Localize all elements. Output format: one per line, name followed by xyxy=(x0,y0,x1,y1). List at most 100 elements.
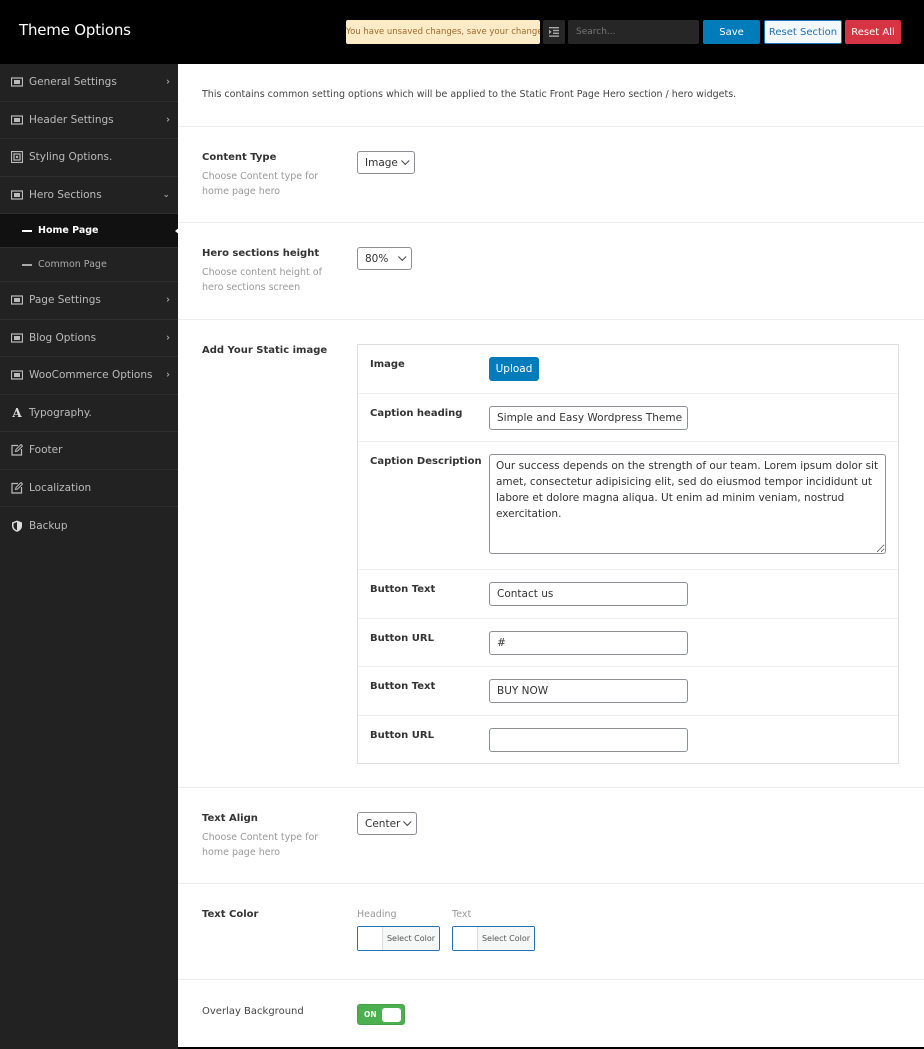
field-static-image: Add Your Static image Image Upload Capti… xyxy=(178,320,924,788)
sidebar-item-label: Footer xyxy=(29,444,63,457)
sidebar-item-footer[interactable]: Footer xyxy=(0,432,178,470)
field-label: Add Your Static image xyxy=(202,345,328,356)
row-button-url-2: Button URL xyxy=(358,716,898,763)
sidebar-item-styling-options[interactable]: Styling Options. xyxy=(0,139,178,177)
select-color-label: Select Color xyxy=(383,927,439,950)
sidebar-item-woocommerce-options[interactable]: WooCommerce Options › xyxy=(0,357,178,395)
panel-icon xyxy=(11,114,23,126)
button-url-input[interactable] xyxy=(489,631,688,655)
sidebar: General Settings › Header Settings › Sty… xyxy=(0,64,178,1049)
select-color-label: Select Color xyxy=(478,927,534,950)
panel-icon xyxy=(11,369,23,381)
sidebar-subitem-home-page[interactable]: Home Page xyxy=(0,214,178,248)
edit-icon xyxy=(11,481,23,494)
field-label: Text Color xyxy=(202,909,259,920)
field-label: Text Align xyxy=(202,813,258,824)
field-description: Choose Content type for home page hero xyxy=(202,832,319,858)
field-overlay-background: Overlay Background ON xyxy=(178,980,924,1047)
sidebar-item-hero-sections[interactable]: Hero Sections ⌄ xyxy=(0,177,178,214)
button-url-input[interactable] xyxy=(489,728,688,752)
row-button-url-1: Button URL xyxy=(358,619,898,667)
dash-icon xyxy=(22,263,32,266)
button-text-input[interactable] xyxy=(489,679,688,703)
panel-icon xyxy=(11,189,23,201)
row-label: Button URL xyxy=(370,633,434,644)
row-label: Button URL xyxy=(370,730,434,741)
sidebar-subitem-label: Home Page xyxy=(38,225,99,236)
sidebar-item-general-settings[interactable]: General Settings › xyxy=(0,64,178,102)
row-caption-description: Caption Description Our success depends … xyxy=(358,442,898,570)
sidebar-item-localization[interactable]: Localization xyxy=(0,470,178,507)
sidebar-item-label: Header Settings xyxy=(29,113,114,126)
field-description: Choose Content type for home page hero xyxy=(202,171,319,197)
sidebar-item-label: Blog Options xyxy=(29,331,97,344)
sidebar-item-label: Backup xyxy=(29,519,68,532)
sidebar-item-typography[interactable]: A Typography. xyxy=(0,395,178,432)
chevron-right-icon: › xyxy=(166,114,170,126)
select-value: 80% xyxy=(365,252,389,265)
text-color-label: Text xyxy=(452,909,472,920)
row-button-text-1: Button Text xyxy=(358,570,898,619)
overlay-toggle[interactable]: ON xyxy=(357,1004,405,1025)
select-value: Center xyxy=(365,817,401,830)
row-image: Image Upload xyxy=(358,345,898,394)
image-frame-icon xyxy=(11,151,23,164)
caption-heading-input[interactable] xyxy=(489,406,688,430)
sidebar-item-label: Hero Sections xyxy=(29,188,102,201)
field-label: Content Type xyxy=(202,152,277,163)
sidebar-item-label: Styling Options. xyxy=(29,151,113,164)
caption-description-textarea[interactable]: Our success depends on the strength of o… xyxy=(489,454,886,554)
upload-button[interactable]: Upload xyxy=(489,357,539,381)
field-hero-height: Hero sections height Choose content heig… xyxy=(178,223,924,320)
sidebar-item-backup[interactable]: Backup xyxy=(0,507,178,545)
edit-icon xyxy=(11,444,23,456)
color-swatch xyxy=(453,927,478,950)
chevron-right-icon: › xyxy=(166,369,170,381)
save-button[interactable]: Save xyxy=(703,20,760,44)
search-input[interactable] xyxy=(568,20,699,44)
sidebar-item-header-settings[interactable]: Header Settings › xyxy=(0,102,178,139)
sidebar-item-page-settings[interactable]: Page Settings › xyxy=(0,282,178,320)
text-align-select[interactable]: Center xyxy=(357,812,417,835)
reset-section-button[interactable]: Reset Section xyxy=(764,20,842,44)
hero-height-select[interactable]: 80% xyxy=(357,247,412,270)
main-panel: This contains common setting options whi… xyxy=(178,64,924,1047)
sidebar-item-blog-options[interactable]: Blog Options › xyxy=(0,320,178,357)
sidebar-subitem-label: Common Page xyxy=(38,259,107,270)
sidebar-item-label: WooCommerce Options xyxy=(29,369,153,382)
reset-all-button[interactable]: Reset All xyxy=(845,20,901,44)
select-value: Image xyxy=(365,156,398,169)
sidebar-item-label: Page Settings xyxy=(29,294,101,307)
panel-icon xyxy=(11,294,23,306)
field-label: Hero sections height xyxy=(202,248,320,259)
panel-icon xyxy=(11,332,23,344)
expand-toggle-button[interactable] xyxy=(543,20,565,44)
row-button-text-2: Button Text xyxy=(358,667,898,716)
content-type-select[interactable]: Image xyxy=(357,151,415,174)
top-bar: Theme Options You have unsaved changes, … xyxy=(0,0,924,64)
button-text-input[interactable] xyxy=(489,582,688,606)
row-caption-heading: Caption heading xyxy=(358,394,898,442)
toggle-state: ON xyxy=(364,1010,377,1019)
field-text-align: Text Align Choose Content type for home … xyxy=(178,788,924,884)
dash-icon xyxy=(22,229,32,232)
toggle-knob xyxy=(382,1008,401,1022)
heading-color-picker[interactable]: Select Color xyxy=(357,926,440,951)
shield-icon xyxy=(11,520,23,532)
heading-color-label: Heading xyxy=(357,909,397,920)
field-content-type: Content Type Choose Content type for hom… xyxy=(178,127,924,223)
chevron-right-icon: › xyxy=(166,294,170,306)
field-description: Choose content height of hero sections s… xyxy=(202,267,322,293)
text-color-picker[interactable]: Select Color xyxy=(452,926,535,951)
sidebar-item-label: Localization xyxy=(29,481,92,494)
chevron-right-icon: › xyxy=(166,332,170,344)
field-label: Overlay Background xyxy=(202,1006,304,1017)
sidebar-item-label: Typography. xyxy=(29,406,92,419)
unsaved-changes-notice: You have unsaved changes, save your chan… xyxy=(346,20,540,44)
sidebar-subitem-common-page[interactable]: Common Page xyxy=(0,248,178,282)
panel-icon xyxy=(11,76,23,88)
chevron-down-icon xyxy=(398,252,407,261)
row-label: Image xyxy=(370,359,405,370)
chevron-down-icon: ⌄ xyxy=(162,189,170,200)
row-label: Caption heading xyxy=(370,408,463,419)
